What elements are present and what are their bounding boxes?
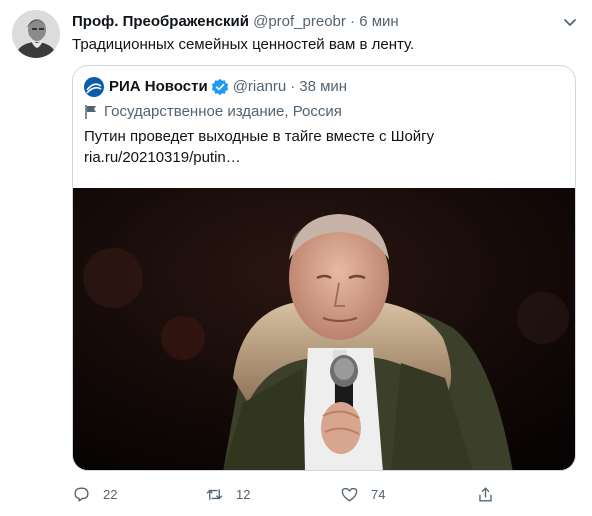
reply-button[interactable]: 22: [72, 482, 117, 506]
retweet-count: 12: [236, 486, 251, 502]
portrait-avatar-icon: [12, 10, 60, 58]
author-name[interactable]: Проф. Преображенский: [72, 13, 249, 30]
separator-dot: ·: [290, 78, 296, 95]
more-button[interactable]: [560, 12, 580, 32]
reply-icon: [74, 486, 89, 502]
tweet-time[interactable]: 6 мин: [359, 13, 399, 30]
retweet-button[interactable]: 12: [205, 482, 250, 506]
tweet-header: Проф. Преображенский @prof_preobr · 6 ми…: [72, 12, 552, 32]
quoted-author-handle[interactable]: @rianru: [233, 77, 287, 97]
tweet-text: Традиционных семейных ценностей вам в ле…: [72, 36, 415, 53]
heart-icon: [341, 487, 358, 502]
quoted-author-name[interactable]: РИА Новости: [109, 77, 208, 97]
state-media-label: Государственное издание, Россия: [84, 102, 342, 122]
quoted-tweet-link[interactable]: ria.ru/20210319/putin…: [84, 148, 241, 168]
verified-badge-icon: [211, 78, 228, 96]
share-button[interactable]: [476, 482, 495, 506]
share-icon: [479, 486, 492, 502]
more-icon: [564, 19, 576, 26]
ria-logo-icon[interactable]: [84, 77, 104, 97]
quoted-tweet-text: Путин проведет выходные в тайге вместе с…: [84, 128, 435, 145]
author-avatar[interactable]: [12, 10, 60, 58]
retweet-icon: [206, 488, 223, 500]
quoted-tweet-photo[interactable]: [73, 188, 575, 470]
reply-count: 22: [103, 486, 118, 502]
photo-man-parka-microphone: [73, 188, 575, 470]
quoted-tweet[interactable]: РИА Новости @rianru · 38 мин Государстве…: [72, 65, 576, 471]
tweet-card[interactable]: Проф. Преображенский @prof_preobr · 6 ми…: [0, 0, 592, 516]
quoted-tweet-time[interactable]: 38 мин: [299, 77, 347, 97]
author-handle[interactable]: @prof_preobr: [253, 13, 346, 30]
separator-dot: ·: [350, 13, 356, 30]
flag-icon: [85, 105, 96, 119]
state-media-label-text: Государственное издание, Россия: [104, 103, 342, 120]
tweet-actions: 22 12 74: [72, 482, 502, 506]
like-button[interactable]: 74: [340, 482, 385, 506]
like-count: 74: [371, 486, 386, 502]
quoted-tweet-header: РИА Новости @rianru · 38 мин: [84, 77, 347, 97]
